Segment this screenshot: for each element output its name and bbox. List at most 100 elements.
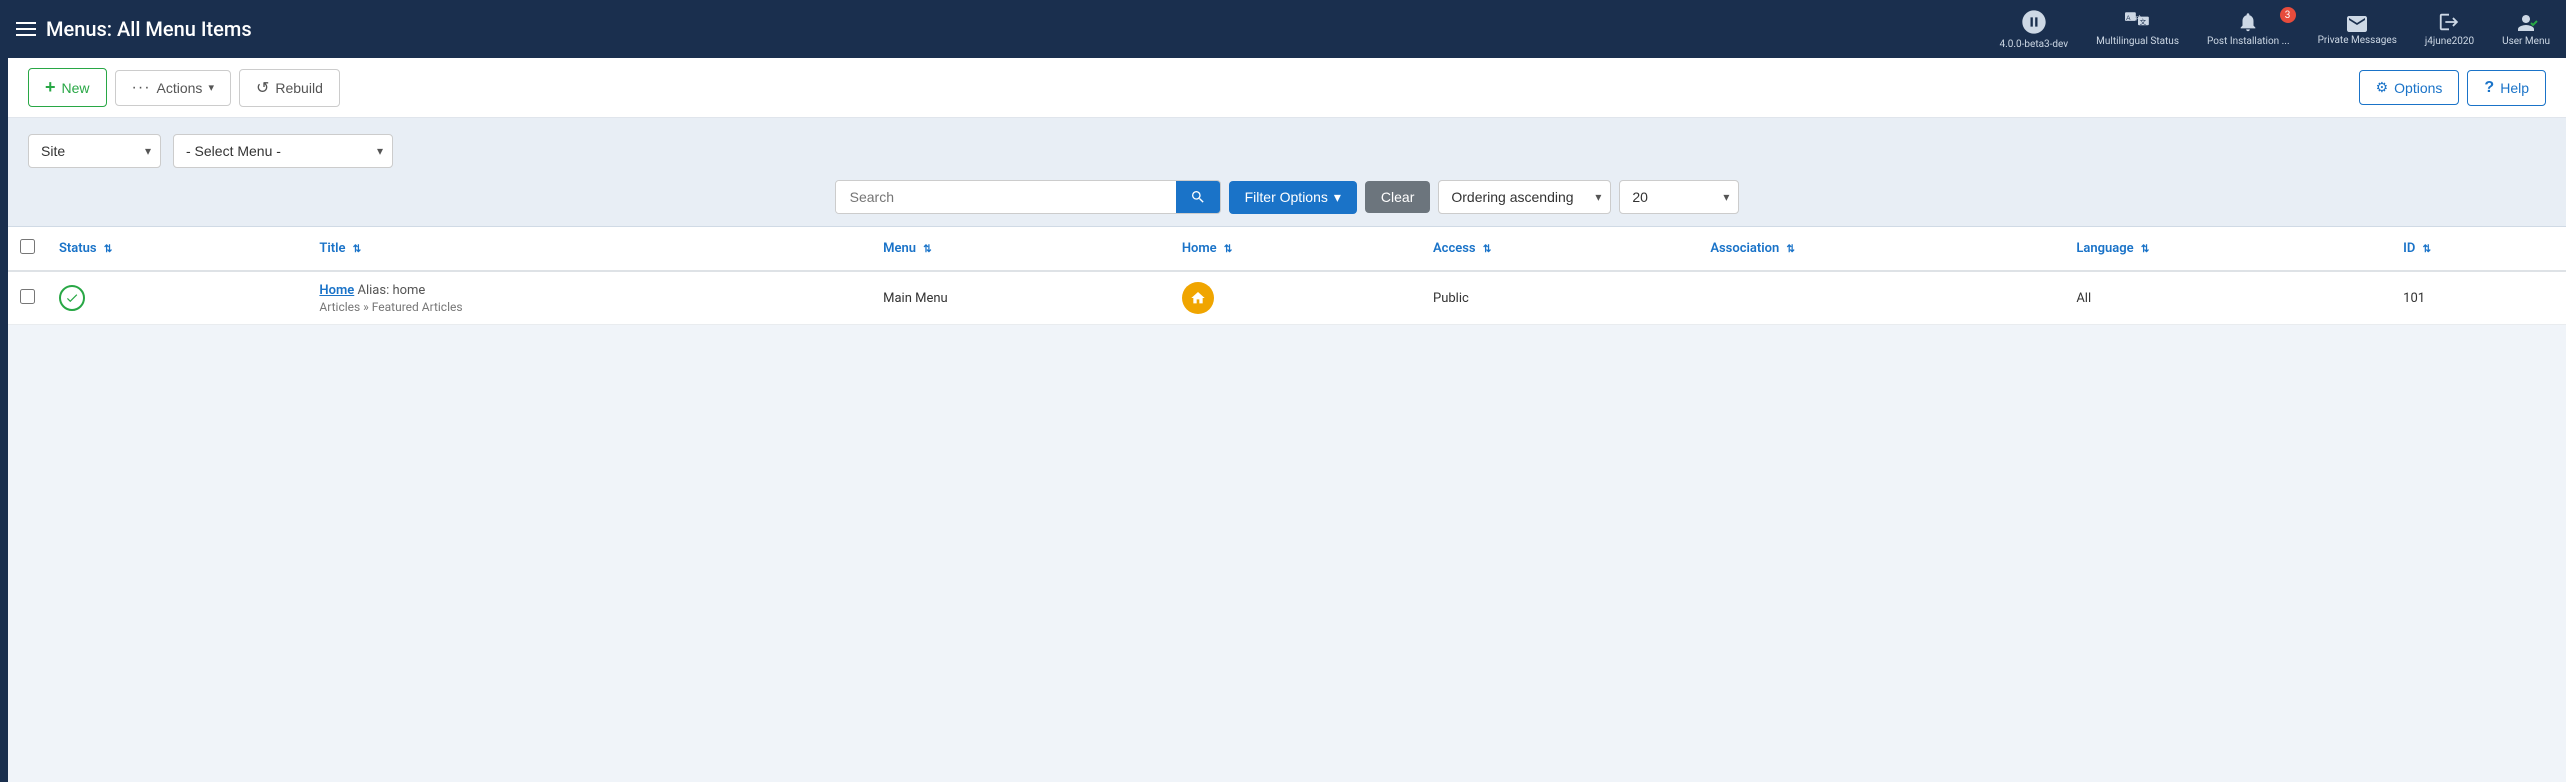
id-value: 101 xyxy=(2403,291,2425,306)
filter-row-search: Filter Options ▾ Clear Ordering ascendin… xyxy=(28,180,2546,214)
search-button[interactable] xyxy=(1176,181,1220,213)
menu-value: Main Menu xyxy=(883,291,948,306)
filter-bar: Site Administrator ▾ - Select Menu - ▾ xyxy=(8,118,2566,227)
menu-col-header[interactable]: Menu ⇅ xyxy=(871,227,1170,271)
new-label: New xyxy=(62,80,90,96)
plus-icon: + xyxy=(45,77,56,98)
options-button[interactable]: ⚙ Options xyxy=(2359,70,2460,105)
actions-label: Actions xyxy=(157,80,203,96)
title-cell: Home Alias: home Articles » Featured Art… xyxy=(307,271,871,325)
language-cell: All xyxy=(2064,271,2391,325)
options-label: Options xyxy=(2394,80,2442,96)
j4june-label: j4june2020 xyxy=(2425,36,2474,47)
association-cell xyxy=(1698,271,2064,325)
site-select-wrapper: Site Administrator ▾ xyxy=(28,134,161,168)
menu-select-wrapper: - Select Menu - ▾ xyxy=(173,134,393,168)
sort-icon: ⇅ xyxy=(1224,245,1232,255)
menu-items-table: Status ⇅ Title ⇅ Menu ⇅ Home ⇅ xyxy=(8,227,2566,325)
home-col-header[interactable]: Home ⇅ xyxy=(1170,227,1421,271)
search-input[interactable] xyxy=(836,181,1176,213)
post-installation-label: Post Installation ... xyxy=(2207,36,2290,47)
sort-icon: ⇅ xyxy=(1483,245,1491,255)
notification-badge: 3 xyxy=(2280,7,2296,23)
multilingual-status-icon[interactable]: A 文 ⇄ Multilingual Status xyxy=(2096,11,2179,47)
actions-button[interactable]: ··· Actions ▾ xyxy=(115,70,231,106)
status-col-header[interactable]: Status ⇅ xyxy=(47,227,307,271)
ordering-select[interactable]: Ordering ascending xyxy=(1438,180,1611,214)
clear-label: Clear xyxy=(1381,189,1414,205)
count-select-wrapper: 5 10 15 20 25 50 100 ▾ xyxy=(1619,180,1739,214)
rebuild-button[interactable]: ↺ Rebuild xyxy=(239,69,340,107)
refresh-icon: ↺ xyxy=(256,78,269,98)
filter-row-dropdowns: Site Administrator ▾ - Select Menu - ▾ xyxy=(28,134,2546,168)
help-button[interactable]: ? Help xyxy=(2467,70,2546,106)
home-cell xyxy=(1170,271,1421,325)
menu-cell: Main Menu xyxy=(871,271,1170,325)
table-row: Home Alias: home Articles » Featured Art… xyxy=(8,271,2566,325)
search-input-wrapper xyxy=(835,180,1221,214)
language-value: All xyxy=(2076,291,2091,306)
new-button[interactable]: + New xyxy=(28,68,107,107)
id-col-header[interactable]: ID ⇅ xyxy=(2391,227,2566,271)
sort-icon: ⇅ xyxy=(104,245,112,255)
select-all-col xyxy=(8,227,47,271)
published-status-icon[interactable] xyxy=(59,285,85,311)
svg-text:A: A xyxy=(2126,15,2131,22)
sort-icon: ⇅ xyxy=(1786,245,1794,255)
item-title-link[interactable]: Home xyxy=(319,283,354,298)
user-menu-icon[interactable]: User Menu xyxy=(2502,11,2550,47)
user-menu-label: User Menu xyxy=(2502,36,2550,47)
access-cell: Public xyxy=(1421,271,1698,325)
access-col-header[interactable]: Access ⇅ xyxy=(1421,227,1698,271)
logout-icon[interactable]: j4june2020 xyxy=(2425,11,2474,47)
gear-icon: ⚙ xyxy=(2376,79,2389,96)
joomla-version-icon[interactable]: 4.0.0-beta3-dev xyxy=(2000,8,2069,50)
status-cell xyxy=(47,271,307,325)
menu-select[interactable]: - Select Menu - xyxy=(173,134,393,168)
home-icon[interactable] xyxy=(1182,282,1214,314)
topbar: Menus: All Menu Items 4.0.0-beta3-dev A … xyxy=(0,0,2566,58)
sidebar xyxy=(0,58,8,782)
association-col-header[interactable]: Association ⇅ xyxy=(1698,227,2064,271)
topbar-icons: 4.0.0-beta3-dev A 文 ⇄ Multilingual Statu… xyxy=(2000,8,2551,50)
sort-icon: ⇅ xyxy=(353,245,361,255)
sort-icon: ⇅ xyxy=(923,245,931,255)
page-title: Menus: All Menu Items xyxy=(16,17,252,41)
site-select[interactable]: Site Administrator xyxy=(28,134,161,168)
hamburger-menu-icon[interactable] xyxy=(16,22,36,36)
row-checkbox-cell xyxy=(8,271,47,325)
house-icon xyxy=(1190,290,1206,306)
multilingual-label: Multilingual Status xyxy=(2096,36,2179,47)
messages-label: Private Messages xyxy=(2318,35,2397,46)
version-label: 4.0.0-beta3-dev xyxy=(2000,39,2069,50)
access-value: Public xyxy=(1433,291,1469,306)
rebuild-label: Rebuild xyxy=(275,80,322,96)
toolbar-left: + New ··· Actions ▾ ↺ Rebuild xyxy=(28,68,340,107)
sort-icon: ⇅ xyxy=(2423,245,2431,255)
help-icon: ? xyxy=(2484,79,2494,97)
chevron-down-icon: ▾ xyxy=(208,81,214,94)
table-container: Status ⇅ Title ⇅ Menu ⇅ Home ⇅ xyxy=(8,227,2566,325)
post-installation-icon[interactable]: 3 Post Installation ... xyxy=(2207,11,2290,47)
content-area: Status ⇅ Title ⇅ Menu ⇅ Home ⇅ xyxy=(8,227,2566,325)
select-all-checkbox[interactable] xyxy=(20,239,35,254)
language-col-header[interactable]: Language ⇅ xyxy=(2064,227,2391,271)
clear-button[interactable]: Clear xyxy=(1365,181,1430,213)
id-cell: 101 xyxy=(2391,271,2566,325)
chevron-down-icon: ▾ xyxy=(1334,189,1341,206)
count-select[interactable]: 5 10 15 20 25 50 100 xyxy=(1619,180,1739,214)
item-alias: Alias: home xyxy=(358,283,426,298)
item-subtitle: Articles » Featured Articles xyxy=(319,300,859,314)
sort-icon: ⇅ xyxy=(2141,245,2149,255)
page-heading: Menus: All Menu Items xyxy=(46,17,252,41)
row-checkbox[interactable] xyxy=(20,289,35,304)
title-col-header[interactable]: Title ⇅ xyxy=(307,227,871,271)
dots-icon: ··· xyxy=(132,79,151,97)
ordering-select-wrapper: Ordering ascending ▾ xyxy=(1438,180,1611,214)
checkmark-icon xyxy=(65,291,79,305)
private-messages-icon[interactable]: Private Messages xyxy=(2318,12,2397,46)
help-label: Help xyxy=(2500,80,2529,96)
toolbar-right: ⚙ Options ? Help xyxy=(2359,70,2546,106)
filter-options-label: Filter Options xyxy=(1245,189,1328,205)
filter-options-button[interactable]: Filter Options ▾ xyxy=(1229,181,1357,214)
